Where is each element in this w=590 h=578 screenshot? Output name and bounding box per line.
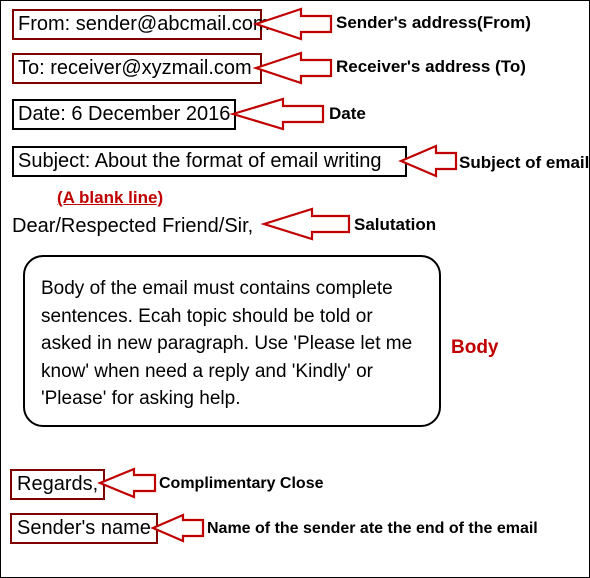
- salutation-text: Dear/Respected Friend/Sir,: [12, 215, 253, 238]
- body-text: Body of the email must contains complete…: [41, 278, 412, 409]
- to-field-box: To: receiver@xyzmail.com: [12, 53, 262, 84]
- from-field-box: From: sender@abcmail.com: [12, 9, 262, 40]
- from-field-text: From: sender@abcmail.com: [18, 13, 269, 35]
- sender-name-box: Sender's name: [10, 513, 158, 544]
- subject-field-text: Subject: About the format of email writi…: [18, 150, 382, 172]
- date-field-text: Date: 6 December 2016: [18, 103, 230, 125]
- date-field-box: Date: 6 December 2016: [12, 99, 236, 130]
- caption-body: Body: [451, 337, 499, 359]
- to-field-text: To: receiver@xyzmail.com: [18, 57, 252, 79]
- subject-field-box: Subject: About the format of email writi…: [12, 146, 407, 177]
- caption-date: Date: [329, 104, 366, 124]
- regards-text: Regards,: [17, 473, 98, 495]
- caption-salutation: Salutation: [354, 215, 436, 235]
- caption-subject: Subject of email: [459, 153, 589, 173]
- sender-name-text: Sender's name: [17, 517, 151, 539]
- regards-box: Regards,: [10, 469, 105, 500]
- arrow-sendername-icon: [153, 515, 203, 541]
- arrow-subject-icon: [401, 146, 456, 176]
- caption-from: Sender's address(From): [336, 13, 531, 33]
- arrow-salutation-icon: [264, 209, 349, 239]
- blank-line-note: (A blank line): [57, 188, 163, 208]
- arrow-to-icon: [256, 53, 331, 83]
- email-format-diagram: From: sender@abcmail.com Sender's addres…: [0, 0, 590, 578]
- caption-sendername: Name of the sender ate the end of the em…: [207, 520, 538, 538]
- body-box: Body of the email must contains complete…: [23, 255, 441, 427]
- caption-to: Receiver's address (To): [336, 57, 526, 77]
- arrow-date-icon: [233, 99, 323, 129]
- arrow-close-icon: [100, 469, 155, 497]
- arrow-from-icon: [256, 9, 331, 39]
- caption-close: Complimentary Close: [159, 475, 323, 493]
